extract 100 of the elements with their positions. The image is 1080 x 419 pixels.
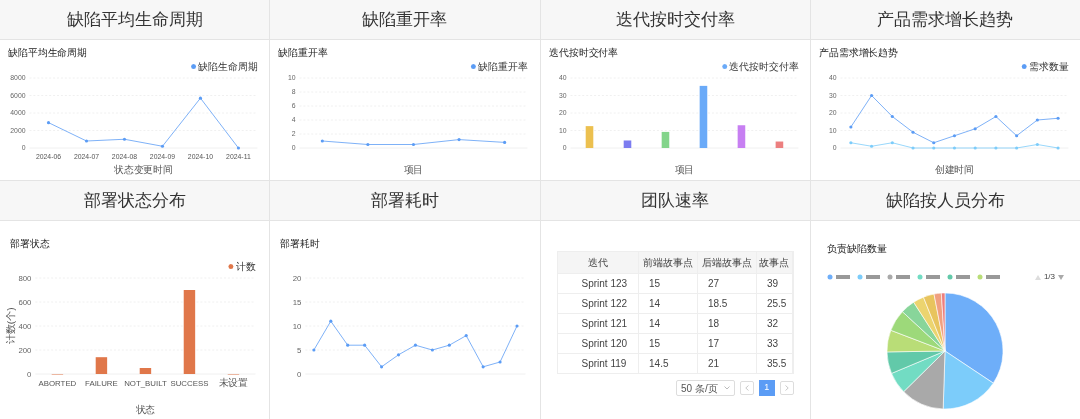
table-cell: 14 — [638, 313, 698, 333]
data-point — [869, 144, 873, 148]
axis-title: 状态 — [135, 403, 156, 415]
axis-tick-label: 5 — [297, 345, 302, 355]
card-title: 缺陷平均生命周期 — [66, 8, 203, 31]
chevron-left-icon — [744, 385, 749, 391]
table-cell: 14.5 — [638, 353, 698, 373]
chart-title: 缺陷重开率 — [278, 46, 328, 58]
data-point — [46, 121, 51, 125]
triangle-down-icon[interactable] — [1058, 274, 1064, 280]
data-point — [1056, 146, 1060, 150]
axis-tick-label: 400 — [18, 321, 32, 331]
data-point — [312, 348, 316, 352]
legend-label: 需求数量 — [1028, 60, 1069, 72]
axis-category-label: 未设置 — [218, 376, 249, 388]
table-cell: Sprint 121 — [557, 313, 639, 333]
card-title: 缺陷按人员分布 — [885, 189, 1005, 212]
axis-tick-label: 600 — [18, 297, 32, 307]
legend-label: 计数 — [235, 260, 256, 272]
chart-title: 部署耗时 — [280, 237, 320, 249]
chevron-down-icon — [723, 386, 730, 390]
column-header: 故事点 — [756, 252, 793, 273]
data-point — [952, 146, 956, 150]
data-point — [973, 146, 977, 150]
card-title: 产品需求增长趋势 — [877, 8, 1014, 31]
data-point — [380, 365, 384, 369]
axis-title: 项目 — [403, 163, 424, 175]
data-point — [1014, 134, 1018, 138]
chevron-right-icon — [784, 385, 789, 391]
data-point — [366, 142, 370, 147]
data-point — [122, 137, 127, 141]
dashboard-card[interactable]: 缺陷按人员分布 负责缺陷数量 1/3 — [810, 181, 1080, 419]
axis-title: 项目 — [674, 163, 694, 175]
data-point — [911, 130, 915, 134]
data-point — [346, 343, 350, 347]
data-point — [457, 138, 461, 142]
dashboard-card[interactable]: 团队速率 迭代 前端故事点 后端故事点 故事点 Sprint 123 15 27 39 Sprint 122 14 18.5 25.5 Sprint 121 14 18 32 Sprint 120 15 17 33 Sprint 119 14.5 21 35.5 50 条/页 1 — [540, 181, 810, 419]
card-title: 迭代按时交付率 — [615, 8, 735, 31]
data-point — [198, 96, 202, 100]
axis-tick-label: 20 — [293, 273, 302, 283]
axis-category-label: FAILURE — [85, 378, 118, 388]
table-cell: 33 — [756, 333, 793, 353]
card-title: 缺陷重开率 — [362, 8, 448, 31]
data-point — [1014, 146, 1018, 150]
data-point — [973, 127, 977, 131]
data-point — [363, 343, 367, 347]
page-indicator: 1/3 — [1043, 271, 1055, 283]
dashboard-card[interactable]: 部署耗时 部署耗时 0 5 10 15 20 — [270, 181, 540, 419]
table-cell: 21 — [697, 353, 757, 373]
axis-tick-label: 0 — [27, 369, 32, 379]
axis-title: 计数(个) — [4, 307, 16, 345]
table-cell: 39 — [756, 273, 793, 293]
table-cell: 25.5 — [756, 293, 793, 313]
data-point — [414, 343, 418, 347]
data-point — [321, 139, 325, 143]
axis-category-label: ABORTED — [38, 378, 77, 388]
table-cell: Sprint 123 — [557, 273, 639, 293]
axis-tick-label: 800 — [18, 273, 32, 283]
chart-title: 缺陷平均生命周期 — [7, 46, 88, 58]
table-cell: 15 — [638, 333, 698, 353]
data-point — [412, 142, 416, 147]
data-point — [84, 139, 89, 143]
axis-tick-label: 15 — [293, 297, 302, 307]
table-cell: 27 — [697, 273, 757, 293]
data-point — [1056, 116, 1060, 120]
data-point — [447, 343, 452, 347]
table-cell: 14 — [638, 293, 698, 313]
data-point — [498, 360, 502, 364]
table-cell: 18 — [697, 313, 757, 333]
table-cell: 32 — [756, 313, 793, 333]
dashboard-card[interactable]: 部署状态分布 部署状态 计数 0 200 400 600 800 ABORTED FAILURE NOT_BUILT SUCCESS 未设置 状态 计数(个) — [0, 181, 270, 419]
axis-category-label: NOT_BUILT — [124, 378, 167, 388]
axis-tick-label: 10 — [293, 321, 302, 331]
table-cell: Sprint 119 — [557, 353, 639, 373]
axis-tick-label: 0 — [297, 369, 302, 379]
data-point — [849, 141, 853, 145]
data-point — [329, 319, 333, 323]
legend-label: 缺陷重开率 — [478, 60, 528, 72]
legend-label: 缺陷生命周期 — [197, 60, 258, 72]
data-point — [952, 134, 956, 138]
axis-title: 状态变更时间 — [113, 163, 174, 175]
axis-title: 创建时间 — [934, 163, 975, 175]
data-point — [515, 324, 519, 328]
legend-label: 迭代按时交付率 — [728, 60, 798, 72]
card-title: 部署状态分布 — [83, 189, 186, 212]
axis-category-label: SUCCESS — [170, 378, 209, 388]
page-size-select[interactable]: 50 条/页 — [676, 380, 735, 396]
data-point — [503, 140, 507, 144]
next-page-button[interactable] — [779, 381, 794, 395]
data-point — [849, 125, 853, 129]
data-point — [869, 93, 873, 98]
triangle-up-icon[interactable] — [1034, 274, 1041, 280]
data-point — [911, 146, 915, 150]
chart-title: 部署状态 — [9, 237, 50, 249]
data-point — [431, 348, 435, 352]
previous-page-button[interactable] — [739, 381, 754, 395]
card-title: 团队速率 — [641, 189, 710, 212]
table-cell: Sprint 120 — [557, 333, 639, 353]
column-header: 迭代 — [557, 252, 639, 273]
table-cell: 17 — [697, 333, 757, 353]
